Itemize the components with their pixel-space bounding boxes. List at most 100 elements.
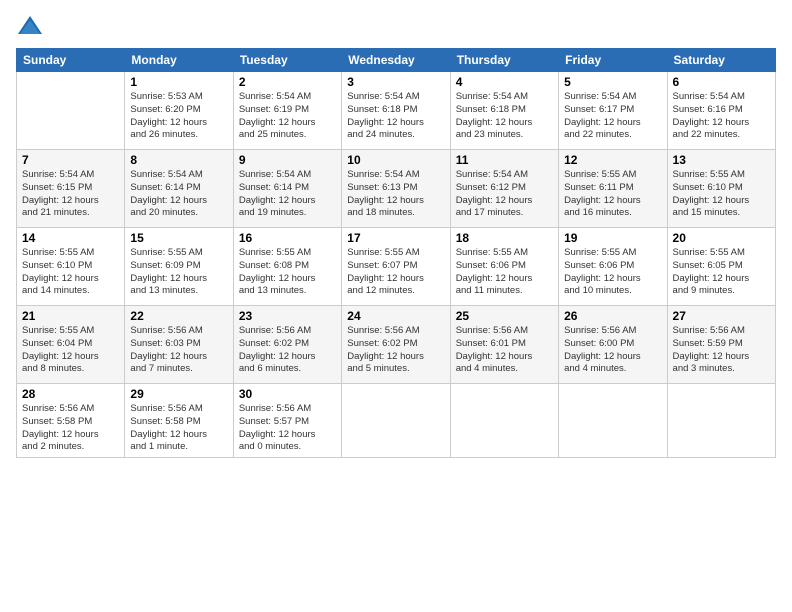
calendar-cell: 18 Sunrise: 5:55 AMSunset: 6:06 PMDayligh…: [450, 228, 558, 306]
calendar-cell: 24 Sunrise: 5:56 AMSunset: 6:02 PMDayligh…: [342, 306, 450, 384]
cell-content: Sunrise: 5:55 AMSunset: 6:04 PMDaylight:…: [22, 325, 119, 376]
calendar-cell: 14Sunrise: 5:55 AMSunset: 6:10 PMDayligh…: [17, 228, 125, 306]
cell-content: Sunrise: 5:55 AMSunset: 6:08 PMDaylight:…: [239, 247, 336, 298]
day-number: 12: [564, 153, 661, 167]
day-number: 9: [239, 153, 336, 167]
calendar-cell: 23 Sunrise: 5:56 AMSunset: 6:02 PMDayligh…: [233, 306, 341, 384]
cell-content: Sunrise: 5:56 AMSunset: 6:02 PMDaylight:…: [347, 325, 444, 376]
cell-content: Sunrise: 5:54 AMSunset: 6:19 PMDaylight:…: [239, 91, 336, 142]
day-number: 11: [456, 153, 553, 167]
calendar-cell: [667, 384, 775, 458]
calendar-cell: 27Sunrise: 5:56 AMSunset: 5:59 PMDayligh…: [667, 306, 775, 384]
cell-content: Sunrise: 5:56 AMSunset: 6:03 PMDaylight:…: [130, 325, 227, 376]
cell-content: Sunrise: 5:55 AMSunset: 6:09 PMDaylight:…: [130, 247, 227, 298]
day-number: 4: [456, 75, 553, 89]
cell-content: Sunrise: 5:56 AMSunset: 5:57 PMDaylight:…: [239, 403, 336, 454]
calendar-cell: 1 Sunrise: 5:53 AMSunset: 6:20 PMDaylight…: [125, 72, 233, 150]
cell-content: Sunrise: 5:56 AMSunset: 5:58 PMDaylight:…: [130, 403, 227, 454]
weekday-header-saturday: Saturday: [667, 49, 775, 72]
calendar-cell: 11 Sunrise: 5:54 AMSunset: 6:12 PMDayligh…: [450, 150, 558, 228]
calendar-cell: 26 Sunrise: 5:56 AMSunset: 6:00 PMDayligh…: [559, 306, 667, 384]
cell-content: Sunrise: 5:56 AMSunset: 5:58 PMDaylight:…: [22, 403, 119, 454]
cell-content: Sunrise: 5:56 AMSunset: 6:00 PMDaylight:…: [564, 325, 661, 376]
cell-content: Sunrise: 5:54 AMSunset: 6:12 PMDaylight:…: [456, 169, 553, 220]
day-number: 13: [673, 153, 770, 167]
weekday-header-wednesday: Wednesday: [342, 49, 450, 72]
day-number: 10: [347, 153, 444, 167]
calendar-week-row: 14Sunrise: 5:55 AMSunset: 6:10 PMDayligh…: [17, 228, 776, 306]
cell-content: Sunrise: 5:54 AMSunset: 6:17 PMDaylight:…: [564, 91, 661, 142]
day-number: 26: [564, 309, 661, 323]
day-number: 5: [564, 75, 661, 89]
calendar-cell: 29 Sunrise: 5:56 AMSunset: 5:58 PMDayligh…: [125, 384, 233, 458]
calendar-week-row: 28 Sunrise: 5:56 AMSunset: 5:58 PMDayligh…: [17, 384, 776, 458]
day-number: 28: [22, 387, 119, 401]
day-number: 16: [239, 231, 336, 245]
calendar-cell: 22 Sunrise: 5:56 AMSunset: 6:03 PMDayligh…: [125, 306, 233, 384]
weekday-header-friday: Friday: [559, 49, 667, 72]
calendar-cell: 3 Sunrise: 5:54 AMSunset: 6:18 PMDaylight…: [342, 72, 450, 150]
calendar-cell: [17, 72, 125, 150]
cell-content: Sunrise: 5:56 AMSunset: 5:59 PMDaylight:…: [673, 325, 770, 376]
logo-icon: [16, 12, 44, 40]
calendar-week-row: 1 Sunrise: 5:53 AMSunset: 6:20 PMDaylight…: [17, 72, 776, 150]
day-number: 30: [239, 387, 336, 401]
logo: [16, 12, 48, 40]
cell-content: Sunrise: 5:55 AMSunset: 6:06 PMDaylight:…: [456, 247, 553, 298]
day-number: 23: [239, 309, 336, 323]
day-number: 25: [456, 309, 553, 323]
day-number: 19: [564, 231, 661, 245]
cell-content: Sunrise: 5:55 AMSunset: 6:10 PMDaylight:…: [673, 169, 770, 220]
calendar-cell: 8 Sunrise: 5:54 AMSunset: 6:14 PMDaylight…: [125, 150, 233, 228]
calendar-cell: [450, 384, 558, 458]
header: [16, 12, 776, 40]
day-number: 18: [456, 231, 553, 245]
calendar-cell: 28 Sunrise: 5:56 AMSunset: 5:58 PMDayligh…: [17, 384, 125, 458]
cell-content: Sunrise: 5:55 AMSunset: 6:07 PMDaylight:…: [347, 247, 444, 298]
weekday-header-row: SundayMondayTuesdayWednesdayThursdayFrid…: [17, 49, 776, 72]
calendar-cell: 4 Sunrise: 5:54 AMSunset: 6:18 PMDaylight…: [450, 72, 558, 150]
day-number: 2: [239, 75, 336, 89]
day-number: 17: [347, 231, 444, 245]
calendar-cell: 6 Sunrise: 5:54 AMSunset: 6:16 PMDaylight…: [667, 72, 775, 150]
calendar-cell: 10 Sunrise: 5:54 AMSunset: 6:13 PMDayligh…: [342, 150, 450, 228]
day-number: 20: [673, 231, 770, 245]
day-number: 6: [673, 75, 770, 89]
cell-content: Sunrise: 5:56 AMSunset: 6:02 PMDaylight:…: [239, 325, 336, 376]
cell-content: Sunrise: 5:54 AMSunset: 6:16 PMDaylight:…: [673, 91, 770, 142]
calendar-cell: [342, 384, 450, 458]
calendar-cell: 7Sunrise: 5:54 AMSunset: 6:15 PMDaylight…: [17, 150, 125, 228]
calendar-cell: 21 Sunrise: 5:55 AMSunset: 6:04 PMDayligh…: [17, 306, 125, 384]
calendar-cell: 17 Sunrise: 5:55 AMSunset: 6:07 PMDayligh…: [342, 228, 450, 306]
day-number: 21: [22, 309, 119, 323]
cell-content: Sunrise: 5:55 AMSunset: 6:06 PMDaylight:…: [564, 247, 661, 298]
day-number: 29: [130, 387, 227, 401]
cell-content: Sunrise: 5:54 AMSunset: 6:18 PMDaylight:…: [347, 91, 444, 142]
cell-content: Sunrise: 5:55 AMSunset: 6:05 PMDaylight:…: [673, 247, 770, 298]
day-number: 14: [22, 231, 119, 245]
day-number: 24: [347, 309, 444, 323]
cell-content: Sunrise: 5:54 AMSunset: 6:14 PMDaylight:…: [130, 169, 227, 220]
cell-content: Sunrise: 5:54 AMSunset: 6:14 PMDaylight:…: [239, 169, 336, 220]
cell-content: Sunrise: 5:53 AMSunset: 6:20 PMDaylight:…: [130, 91, 227, 142]
calendar-cell: [559, 384, 667, 458]
day-number: 8: [130, 153, 227, 167]
calendar-week-row: 7Sunrise: 5:54 AMSunset: 6:15 PMDaylight…: [17, 150, 776, 228]
calendar-cell: 15 Sunrise: 5:55 AMSunset: 6:09 PMDayligh…: [125, 228, 233, 306]
calendar-cell: 12Sunrise: 5:55 AMSunset: 6:11 PMDayligh…: [559, 150, 667, 228]
calendar-cell: 13 Sunrise: 5:55 AMSunset: 6:10 PMDayligh…: [667, 150, 775, 228]
cell-content: Sunrise: 5:54 AMSunset: 6:15 PMDaylight:…: [22, 169, 119, 220]
day-number: 22: [130, 309, 227, 323]
calendar-cell: 30 Sunrise: 5:56 AMSunset: 5:57 PMDayligh…: [233, 384, 341, 458]
day-number: 15: [130, 231, 227, 245]
weekday-header-tuesday: Tuesday: [233, 49, 341, 72]
day-number: 1: [130, 75, 227, 89]
calendar: SundayMondayTuesdayWednesdayThursdayFrid…: [16, 48, 776, 458]
cell-content: Sunrise: 5:56 AMSunset: 6:01 PMDaylight:…: [456, 325, 553, 376]
calendar-cell: 20 Sunrise: 5:55 AMSunset: 6:05 PMDayligh…: [667, 228, 775, 306]
cell-content: Sunrise: 5:54 AMSunset: 6:18 PMDaylight:…: [456, 91, 553, 142]
day-number: 3: [347, 75, 444, 89]
cell-content: Sunrise: 5:54 AMSunset: 6:13 PMDaylight:…: [347, 169, 444, 220]
calendar-body: 1 Sunrise: 5:53 AMSunset: 6:20 PMDaylight…: [17, 72, 776, 458]
calendar-cell: 5 Sunrise: 5:54 AMSunset: 6:17 PMDaylight…: [559, 72, 667, 150]
